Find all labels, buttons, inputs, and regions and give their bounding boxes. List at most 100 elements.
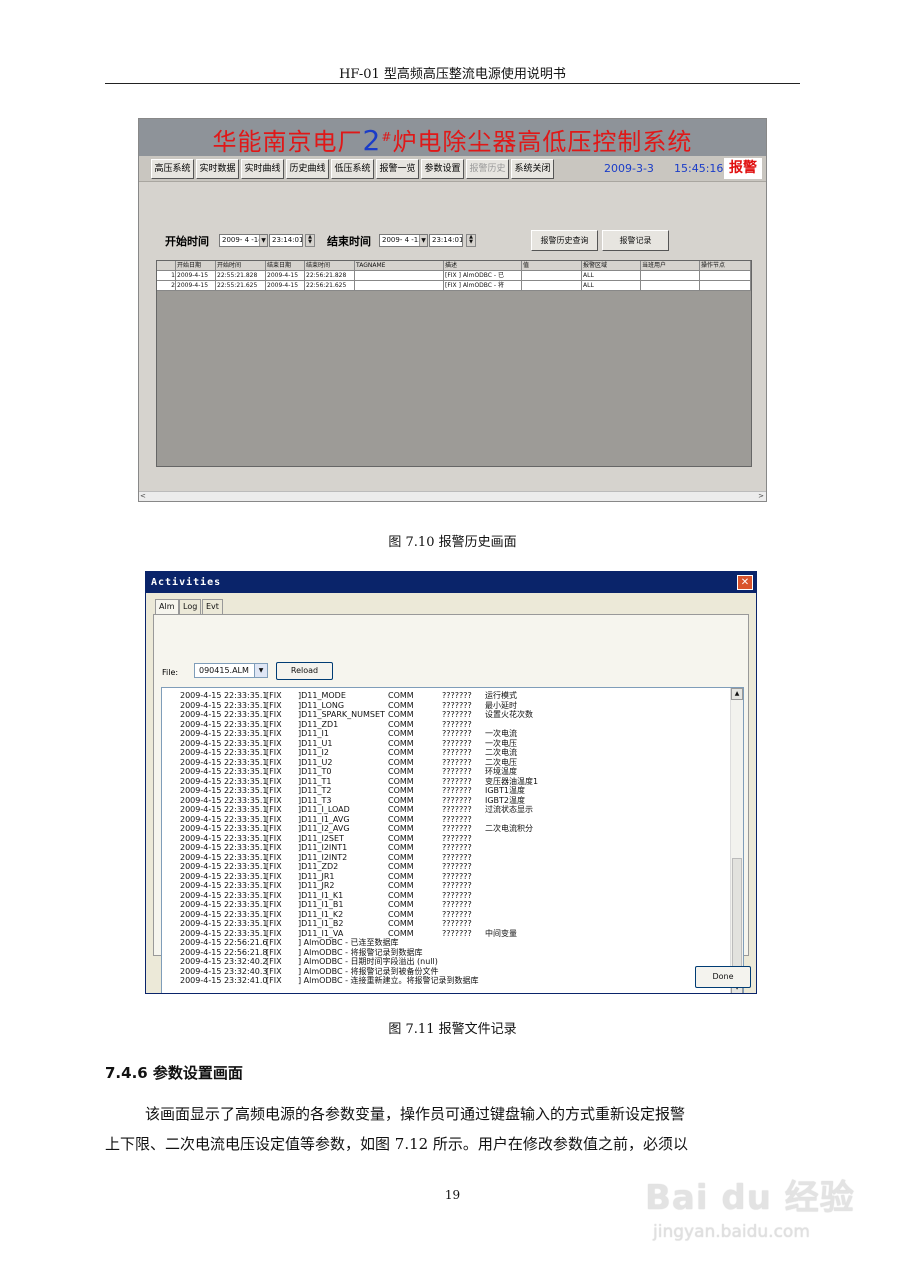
log-field: 2009-4-15 22:33:35.1: [180, 738, 268, 748]
page-header-title: HF-01 型高频高压整流电源使用说明书: [339, 67, 566, 82]
table-cell: [522, 281, 582, 291]
log-field: COMM: [388, 909, 414, 919]
log-field: ]D11_MODE: [298, 691, 346, 700]
scroll-left-icon[interactable]: <: [140, 492, 146, 501]
nav-hv-system[interactable]: 高压系统: [151, 159, 194, 179]
log-field: 2009-4-15 22:33:35.1: [180, 862, 268, 871]
log-field: COMM: [388, 814, 414, 824]
end-date-value: 2009- 4 -15: [382, 236, 423, 244]
horizontal-scrollbar[interactable]: < >: [139, 491, 766, 501]
log-field: ???????: [442, 852, 472, 862]
log-field: ]D11_ZD1: [298, 719, 339, 729]
log-field: 二次电流积分: [485, 824, 533, 833]
reload-button[interactable]: Reload: [276, 662, 333, 680]
table-cell: [641, 271, 700, 281]
figure-caption-7-11: 图 7.11 报警文件记录: [388, 1022, 517, 1037]
nav-realtime-curve[interactable]: 实时曲线: [241, 159, 284, 179]
log-field: 2009-4-15 22:33:35.1: [180, 928, 268, 938]
log-field: [FIX: [266, 947, 282, 957]
end-date-dropdown-icon[interactable]: ▼: [419, 235, 427, 246]
col-node: 操作节点: [700, 261, 751, 271]
log-field: ] AlmODBC - 将报警记录到数据库: [298, 947, 423, 957]
alarm-indicator[interactable]: 报警: [724, 158, 762, 179]
file-label: File:: [162, 668, 179, 677]
log-field: COMM: [388, 767, 414, 776]
body-paragraph-line-1: 该画面显示了高频电源的各参数变量，操作员可通过键盘输入的方式重新设定报警: [145, 1105, 686, 1123]
log-field: ] AlmODBC - 日期时间字段溢出 (null): [298, 957, 438, 966]
end-time-spinner-icon[interactable]: ▲ ▼: [466, 234, 476, 247]
nav-param-settings[interactable]: 参数设置: [421, 159, 464, 179]
table-row[interactable]: 1 2009-4-15 22:55:21.828 2009-4-15 22:56…: [157, 271, 751, 281]
log-field: ] AlmODBC - 已连至数据库: [298, 938, 399, 947]
log-field: ???????: [442, 871, 472, 881]
scroll-right-icon[interactable]: >: [758, 492, 764, 501]
start-date-dropdown-icon[interactable]: ▼: [259, 235, 267, 246]
log-field: [FIX: [266, 966, 282, 976]
col-start-time: 开始时间: [216, 261, 266, 271]
log-field: [FIX: [266, 852, 282, 862]
chevron-down-icon[interactable]: ▼: [254, 664, 267, 677]
log-field: COMM: [388, 890, 414, 900]
start-date-picker[interactable]: 2009- 4 -14 ▼: [219, 234, 268, 247]
end-time-field[interactable]: 23:14:01: [429, 234, 463, 247]
alarm-history-query-button[interactable]: 报警历史查询: [531, 230, 598, 251]
close-icon[interactable]: ✕: [737, 575, 753, 590]
nav-realtime-data[interactable]: 实时数据: [196, 159, 239, 179]
log-field: 2009-4-15 22:33:35.1: [180, 748, 268, 757]
nav-alarm-history[interactable]: 报警历史: [466, 159, 509, 179]
log-field: 变压器油温度1: [485, 776, 539, 786]
table-row[interactable]: 2 2009-4-15 22:55:21.625 2009-4-15 22:56…: [157, 281, 751, 291]
log-field: 2009-4-15 22:33:35.1: [180, 776, 268, 786]
log-field: [FIX: [266, 938, 282, 947]
log-field: ]D11_I2_AVG: [298, 824, 350, 833]
log-field: COMM: [388, 900, 414, 909]
alarm-log-list[interactable]: 2009-4-15 22:33:35.1 [FIX]D11_MODE COMM???…: [161, 687, 744, 993]
log-field: COMM: [388, 710, 414, 719]
banner-title-sup: #: [381, 130, 393, 144]
log-field: [FIX: [266, 919, 282, 928]
done-button[interactable]: Done: [695, 966, 751, 988]
log-field: ]D11_I1_K1: [298, 890, 344, 900]
log-field: ]D11_I1_B2: [298, 919, 344, 928]
log-field: 2009-4-15 22:33:35.1: [180, 824, 268, 833]
log-field: [FIX: [266, 890, 282, 900]
log-field: ???????: [442, 710, 472, 719]
tab-log[interactable]: Log: [179, 599, 202, 614]
log-field: COMM: [388, 757, 414, 767]
log-field: ???????: [442, 729, 472, 738]
nav-lv-system[interactable]: 低压系统: [331, 159, 374, 179]
header-rule: [105, 83, 800, 84]
start-time-field[interactable]: 23:14:01: [269, 234, 303, 247]
log-field: 运行模式: [485, 691, 517, 700]
system-banner: 华能南京电厂2#炉电除尘器高低压控制系统: [139, 119, 766, 157]
log-field: [FIX: [266, 700, 282, 710]
log-field: 2009-4-15 23:32:41.0: [180, 976, 268, 985]
log-field: [FIX: [266, 862, 282, 871]
nav-system-close[interactable]: 系统关闭: [511, 159, 554, 179]
nav-alarm-list[interactable]: 报警一览: [376, 159, 419, 179]
start-time-spinner-icon[interactable]: ▲ ▼: [305, 234, 315, 247]
log-field: ???????: [442, 757, 472, 767]
log-field: [FIX: [266, 757, 282, 767]
log-field: [FIX: [266, 814, 282, 824]
table-header: 开始日期 开始时间 结束日期 结束时间 TAGNAME 描述 值 报警区域 当班…: [157, 261, 751, 271]
scroll-up-icon[interactable]: ▲: [731, 688, 743, 700]
table-cell: 22:56:21.828: [305, 271, 355, 281]
tab-alm[interactable]: Alm: [155, 599, 179, 615]
log-field: 设置火花次数: [485, 710, 533, 719]
log-field: COMM: [388, 871, 414, 881]
scrollbar-thumb[interactable]: [732, 858, 742, 978]
log-field: COMM: [388, 824, 414, 833]
end-date-picker[interactable]: 2009- 4 -15 ▼: [379, 234, 428, 247]
log-field: COMM: [388, 862, 414, 871]
log-field: 2009-4-15 22:33:35.1: [180, 919, 268, 928]
alm-tab-panel: File: 090415.ALM ▼ Reload 2009-4-15 22:3…: [153, 614, 749, 993]
alarm-record-button[interactable]: 报警记录: [602, 230, 669, 251]
vertical-scrollbar[interactable]: ▲ ▼: [730, 688, 743, 993]
log-field: 2009-4-15 22:33:35.1: [180, 719, 268, 729]
log-field: [FIX: [266, 710, 282, 719]
nav-history-curve[interactable]: 历史曲线: [286, 159, 329, 179]
file-select[interactable]: 090415.ALM ▼: [194, 663, 268, 678]
tab-evt[interactable]: Evt: [202, 599, 223, 614]
col-user: 当班用户: [641, 261, 700, 271]
